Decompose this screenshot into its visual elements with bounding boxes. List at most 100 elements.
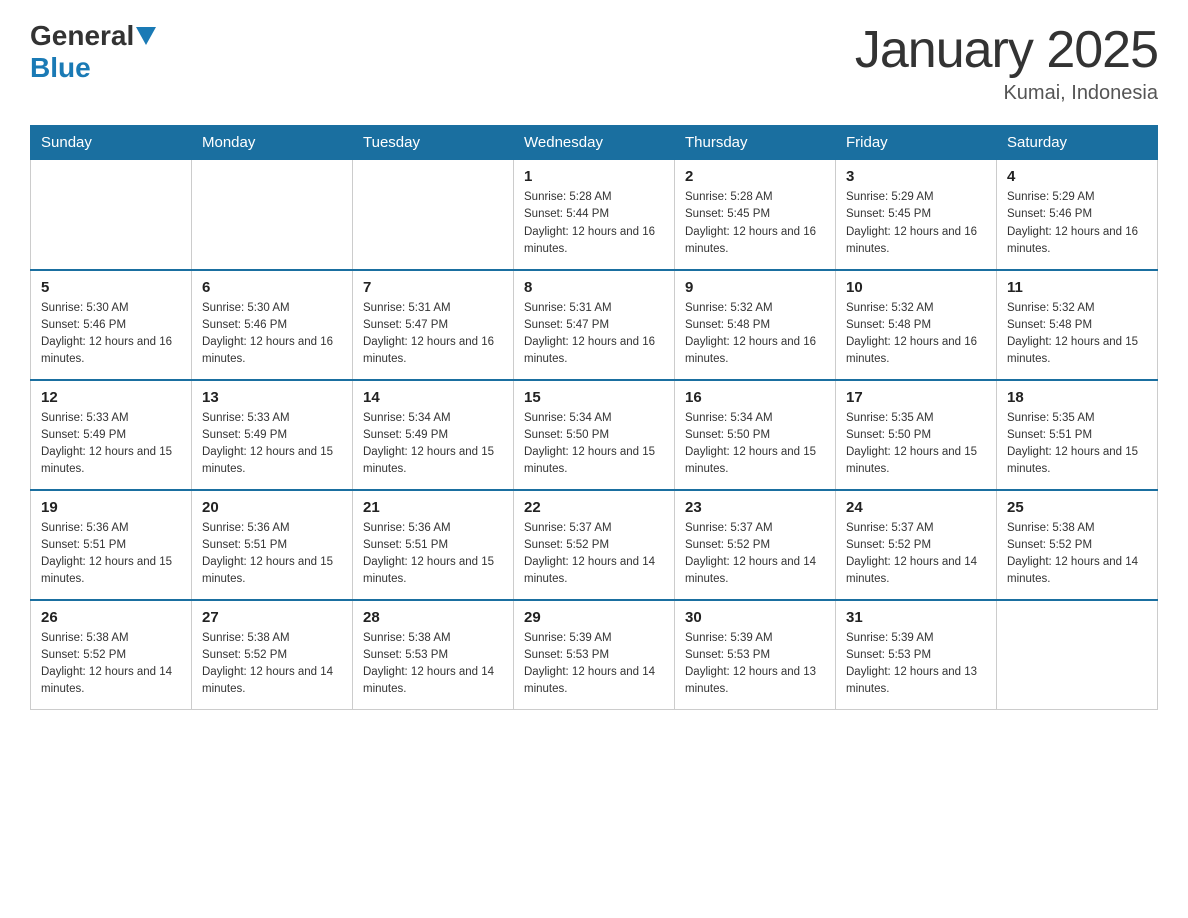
table-row: 25 Sunrise: 5:38 AMSunset: 5:52 PMDayligh… bbox=[997, 490, 1158, 600]
location-label: Kumai, Indonesia bbox=[855, 82, 1158, 105]
day-info: Sunrise: 5:34 AMSunset: 5:50 PMDaylight:… bbox=[685, 410, 825, 479]
day-number: 25 bbox=[1007, 499, 1147, 516]
table-row: 24 Sunrise: 5:37 AMSunset: 5:52 PMDayligh… bbox=[836, 490, 997, 600]
day-number: 9 bbox=[685, 279, 825, 296]
day-info: Sunrise: 5:31 AMSunset: 5:47 PMDaylight:… bbox=[524, 300, 664, 369]
calendar-week-row: 12 Sunrise: 5:33 AMSunset: 5:49 PMDayligh… bbox=[31, 380, 1158, 490]
table-row: 31 Sunrise: 5:39 AMSunset: 5:53 PMDayligh… bbox=[836, 600, 997, 710]
day-number: 28 bbox=[363, 609, 503, 626]
table-row: 29 Sunrise: 5:39 AMSunset: 5:53 PMDayligh… bbox=[514, 600, 675, 710]
table-row: 17 Sunrise: 5:35 AMSunset: 5:50 PMDayligh… bbox=[836, 380, 997, 490]
table-row: 7 Sunrise: 5:31 AMSunset: 5:47 PMDaylight… bbox=[353, 270, 514, 380]
day-number: 5 bbox=[41, 279, 181, 296]
month-title: January 2025 bbox=[855, 20, 1158, 80]
calendar-week-row: 5 Sunrise: 5:30 AMSunset: 5:46 PMDaylight… bbox=[31, 270, 1158, 380]
day-info: Sunrise: 5:37 AMSunset: 5:52 PMDaylight:… bbox=[846, 520, 986, 589]
day-number: 8 bbox=[524, 279, 664, 296]
col-tuesday: Tuesday bbox=[353, 126, 514, 160]
day-info: Sunrise: 5:29 AMSunset: 5:46 PMDaylight:… bbox=[1007, 189, 1147, 258]
table-row: 6 Sunrise: 5:30 AMSunset: 5:46 PMDaylight… bbox=[192, 270, 353, 380]
table-row: 28Sunrise: 5:38 AMSunset: 5:53 PMDayligh… bbox=[353, 600, 514, 710]
table-row: 1Sunrise: 5:28 AMSunset: 5:44 PMDaylight… bbox=[514, 160, 675, 270]
day-number: 26 bbox=[41, 609, 181, 626]
day-info: Sunrise: 5:32 AMSunset: 5:48 PMDaylight:… bbox=[846, 300, 986, 369]
table-row: 19 Sunrise: 5:36 AMSunset: 5:51 PMDayligh… bbox=[31, 490, 192, 600]
day-info: Sunrise: 5:35 AMSunset: 5:50 PMDaylight:… bbox=[846, 410, 986, 479]
table-row: 2 Sunrise: 5:28 AMSunset: 5:45 PMDaylight… bbox=[675, 160, 836, 270]
col-sunday: Sunday bbox=[31, 126, 192, 160]
day-number: 7 bbox=[363, 279, 503, 296]
day-number: 27 bbox=[202, 609, 342, 626]
calendar-week-row: 19 Sunrise: 5:36 AMSunset: 5:51 PMDayligh… bbox=[31, 490, 1158, 600]
day-number: 22 bbox=[524, 499, 664, 516]
logo: General Blue bbox=[30, 20, 158, 84]
table-row: 14 Sunrise: 5:34 AMSunset: 5:49 PMDayligh… bbox=[353, 380, 514, 490]
day-info: Sunrise: 5:37 AMSunset: 5:52 PMDaylight:… bbox=[524, 520, 664, 589]
day-number: 23 bbox=[685, 499, 825, 516]
day-number: 29 bbox=[524, 609, 664, 626]
day-info: Sunrise: 5:34 AMSunset: 5:50 PMDaylight:… bbox=[524, 410, 664, 479]
day-info: Sunrise: 5:34 AMSunset: 5:49 PMDaylight:… bbox=[363, 410, 503, 479]
day-info: Sunrise: 5:35 AMSunset: 5:51 PMDaylight:… bbox=[1007, 410, 1147, 479]
table-row: 18 Sunrise: 5:35 AMSunset: 5:51 PMDayligh… bbox=[997, 380, 1158, 490]
table-row: 4 Sunrise: 5:29 AMSunset: 5:46 PMDaylight… bbox=[997, 160, 1158, 270]
day-number: 12 bbox=[41, 389, 181, 406]
day-info: Sunrise: 5:30 AMSunset: 5:46 PMDaylight:… bbox=[202, 300, 342, 369]
day-info: Sunrise: 5:39 AMSunset: 5:53 PMDaylight:… bbox=[685, 630, 825, 699]
day-number: 17 bbox=[846, 389, 986, 406]
col-friday: Friday bbox=[836, 126, 997, 160]
title-section: January 2025 Kumai, Indonesia bbox=[855, 20, 1158, 105]
day-info: Sunrise: 5:38 AMSunset: 5:52 PMDaylight:… bbox=[202, 630, 342, 699]
calendar-header-row: Sunday Monday Tuesday Wednesday Thursday… bbox=[31, 126, 1158, 160]
day-number: 31 bbox=[846, 609, 986, 626]
day-info: Sunrise: 5:39 AMSunset: 5:53 PMDaylight:… bbox=[846, 630, 986, 699]
table-row: 8 Sunrise: 5:31 AMSunset: 5:47 PMDaylight… bbox=[514, 270, 675, 380]
day-info: Sunrise: 5:28 AMSunset: 5:45 PMDaylight:… bbox=[685, 189, 825, 258]
day-number: 19 bbox=[41, 499, 181, 516]
table-row: 13 Sunrise: 5:33 AMSunset: 5:49 PMDayligh… bbox=[192, 380, 353, 490]
day-number: 30 bbox=[685, 609, 825, 626]
logo-general-text: General bbox=[30, 20, 134, 52]
day-info: Sunrise: 5:38 AMSunset: 5:52 PMDaylight:… bbox=[1007, 520, 1147, 589]
day-info: Sunrise: 5:38 AMSunset: 5:52 PMDaylight:… bbox=[41, 630, 181, 699]
table-row bbox=[353, 160, 514, 270]
table-row: 22 Sunrise: 5:37 AMSunset: 5:52 PMDayligh… bbox=[514, 490, 675, 600]
day-info: Sunrise: 5:39 AMSunset: 5:53 PMDaylight:… bbox=[524, 630, 664, 699]
day-info: Sunrise: 5:30 AMSunset: 5:46 PMDaylight:… bbox=[41, 300, 181, 369]
table-row: 11 Sunrise: 5:32 AMSunset: 5:48 PMDayligh… bbox=[997, 270, 1158, 380]
day-number: 10 bbox=[846, 279, 986, 296]
logo-blue-text: Blue bbox=[30, 52, 91, 84]
day-info: Sunrise: 5:28 AMSunset: 5:44 PMDaylight:… bbox=[524, 189, 664, 258]
table-row: 5 Sunrise: 5:30 AMSunset: 5:46 PMDaylight… bbox=[31, 270, 192, 380]
calendar-week-row: 26 Sunrise: 5:38 AMSunset: 5:52 PMDayligh… bbox=[31, 600, 1158, 710]
day-info: Sunrise: 5:32 AMSunset: 5:48 PMDaylight:… bbox=[1007, 300, 1147, 369]
day-info: Sunrise: 5:31 AMSunset: 5:47 PMDaylight:… bbox=[363, 300, 503, 369]
day-number: 11 bbox=[1007, 279, 1147, 296]
day-number: 21 bbox=[363, 499, 503, 516]
day-info: Sunrise: 5:36 AMSunset: 5:51 PMDaylight:… bbox=[363, 520, 503, 589]
day-number: 20 bbox=[202, 499, 342, 516]
col-wednesday: Wednesday bbox=[514, 126, 675, 160]
day-info: Sunrise: 5:33 AMSunset: 5:49 PMDaylight:… bbox=[202, 410, 342, 479]
day-number: 13 bbox=[202, 389, 342, 406]
table-row: 15 Sunrise: 5:34 AMSunset: 5:50 PMDayligh… bbox=[514, 380, 675, 490]
day-number: 15 bbox=[524, 389, 664, 406]
day-info: Sunrise: 5:32 AMSunset: 5:48 PMDaylight:… bbox=[685, 300, 825, 369]
calendar-table: Sunday Monday Tuesday Wednesday Thursday… bbox=[30, 125, 1158, 710]
day-info: Sunrise: 5:29 AMSunset: 5:45 PMDaylight:… bbox=[846, 189, 986, 258]
day-number: 2 bbox=[685, 168, 825, 185]
col-thursday: Thursday bbox=[675, 126, 836, 160]
day-number: 18 bbox=[1007, 389, 1147, 406]
table-row: 20 Sunrise: 5:36 AMSunset: 5:51 PMDayligh… bbox=[192, 490, 353, 600]
day-number: 24 bbox=[846, 499, 986, 516]
day-info: Sunrise: 5:36 AMSunset: 5:51 PMDaylight:… bbox=[202, 520, 342, 589]
table-row: 30 Sunrise: 5:39 AMSunset: 5:53 PMDayligh… bbox=[675, 600, 836, 710]
day-number: 14 bbox=[363, 389, 503, 406]
day-info: Sunrise: 5:36 AMSunset: 5:51 PMDaylight:… bbox=[41, 520, 181, 589]
day-info: Sunrise: 5:37 AMSunset: 5:52 PMDaylight:… bbox=[685, 520, 825, 589]
day-number: 4 bbox=[1007, 168, 1147, 185]
day-number: 6 bbox=[202, 279, 342, 296]
page-header: General Blue January 2025 Kumai, Indones… bbox=[30, 20, 1158, 105]
day-number: 16 bbox=[685, 389, 825, 406]
table-row: 26 Sunrise: 5:38 AMSunset: 5:52 PMDayligh… bbox=[31, 600, 192, 710]
